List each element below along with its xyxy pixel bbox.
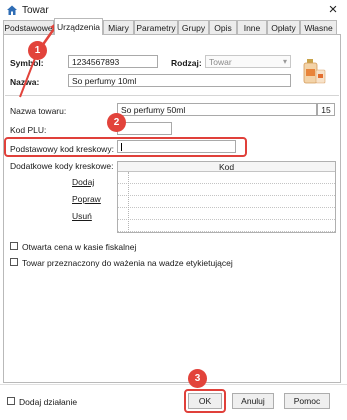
nazwa-label: Nazwa: xyxy=(10,77,40,87)
nazwa-towaru-label: Nazwa towaru: xyxy=(10,106,67,116)
rodzaj-label: Rodzaj: xyxy=(171,58,202,68)
ok-button[interactable]: OK xyxy=(188,393,222,409)
additional-barcodes-label: Dodatkowe kody kreskowe: xyxy=(10,161,114,171)
weighing-checkbox[interactable] xyxy=(10,258,18,266)
grid-row[interactable] xyxy=(118,196,335,208)
tab-podstawowe[interactable]: Podstawowe xyxy=(3,20,54,34)
remove-barcode-link[interactable]: Usuń xyxy=(72,211,92,221)
help-button[interactable]: Pomoc xyxy=(284,393,330,409)
chevron-down-icon: ▾ xyxy=(282,57,287,66)
tab-parametry[interactable]: Parametry xyxy=(134,20,178,34)
edit-barcode-link[interactable]: Popraw xyxy=(72,194,101,204)
barcode-label: Podstawowy kod kreskowy: xyxy=(10,144,114,154)
tab-opis[interactable]: Opis xyxy=(209,20,237,34)
barcode-input[interactable] xyxy=(117,140,236,153)
window-title-bar: Towar × xyxy=(0,0,347,20)
section-divider xyxy=(5,95,339,96)
tab-inne[interactable]: Inne xyxy=(237,20,267,34)
rodzaj-select: Towar ▾ xyxy=(205,55,291,68)
grid-row[interactable] xyxy=(118,208,335,220)
rodzaj-value: Towar xyxy=(209,57,232,67)
close-icon[interactable]: × xyxy=(325,1,341,19)
tab-urzadzenia[interactable]: Urządzenia xyxy=(54,18,103,35)
product-image xyxy=(303,59,326,84)
symbol-input[interactable]: 1234567893 xyxy=(68,55,158,68)
grid-indicator-column xyxy=(128,172,129,232)
grid-header-kod: Kod xyxy=(118,162,335,172)
nazwa-length-counter: 15 xyxy=(317,103,335,116)
grid-row[interactable] xyxy=(118,172,335,184)
nazwa-input[interactable]: So perfumy 10ml xyxy=(68,74,291,87)
house-icon xyxy=(7,5,17,15)
annotation-badge-2: 2 xyxy=(107,113,126,132)
kod-plu-label: Kod PLU: xyxy=(10,125,47,135)
open-price-checkbox[interactable] xyxy=(10,242,18,250)
weighing-label: Towar przeznaczony do ważenia na wadze e… xyxy=(22,258,233,268)
tab-miary[interactable]: Miary xyxy=(103,20,134,34)
additional-barcodes-grid[interactable]: Kod xyxy=(117,161,336,233)
grid-row[interactable] xyxy=(118,184,335,196)
text-cursor xyxy=(121,143,122,151)
tab-strip: Podstawowe Urządzenia Miary Parametry Gr… xyxy=(3,18,343,35)
tab-wlasne[interactable]: Własne xyxy=(300,20,337,34)
add-action-checkbox[interactable] xyxy=(7,397,15,405)
tab-grupy[interactable]: Grupy xyxy=(178,20,209,34)
annotation-badge-3: 3 xyxy=(188,369,207,388)
tab-oplaty[interactable]: Opłaty xyxy=(267,20,300,34)
add-action-label: Dodaj działanie xyxy=(19,397,78,407)
add-barcode-link[interactable]: Dodaj xyxy=(72,177,94,187)
window-title: Towar xyxy=(22,5,49,16)
annotation-badge-1: 1 xyxy=(28,41,47,60)
open-price-label: Otwarta cena w kasie fiskalnej xyxy=(22,242,137,252)
nazwa-towaru-input[interactable]: So perfumy 50ml xyxy=(117,103,317,116)
cancel-button[interactable]: Anuluj xyxy=(232,393,274,409)
grid-row[interactable] xyxy=(118,220,335,232)
